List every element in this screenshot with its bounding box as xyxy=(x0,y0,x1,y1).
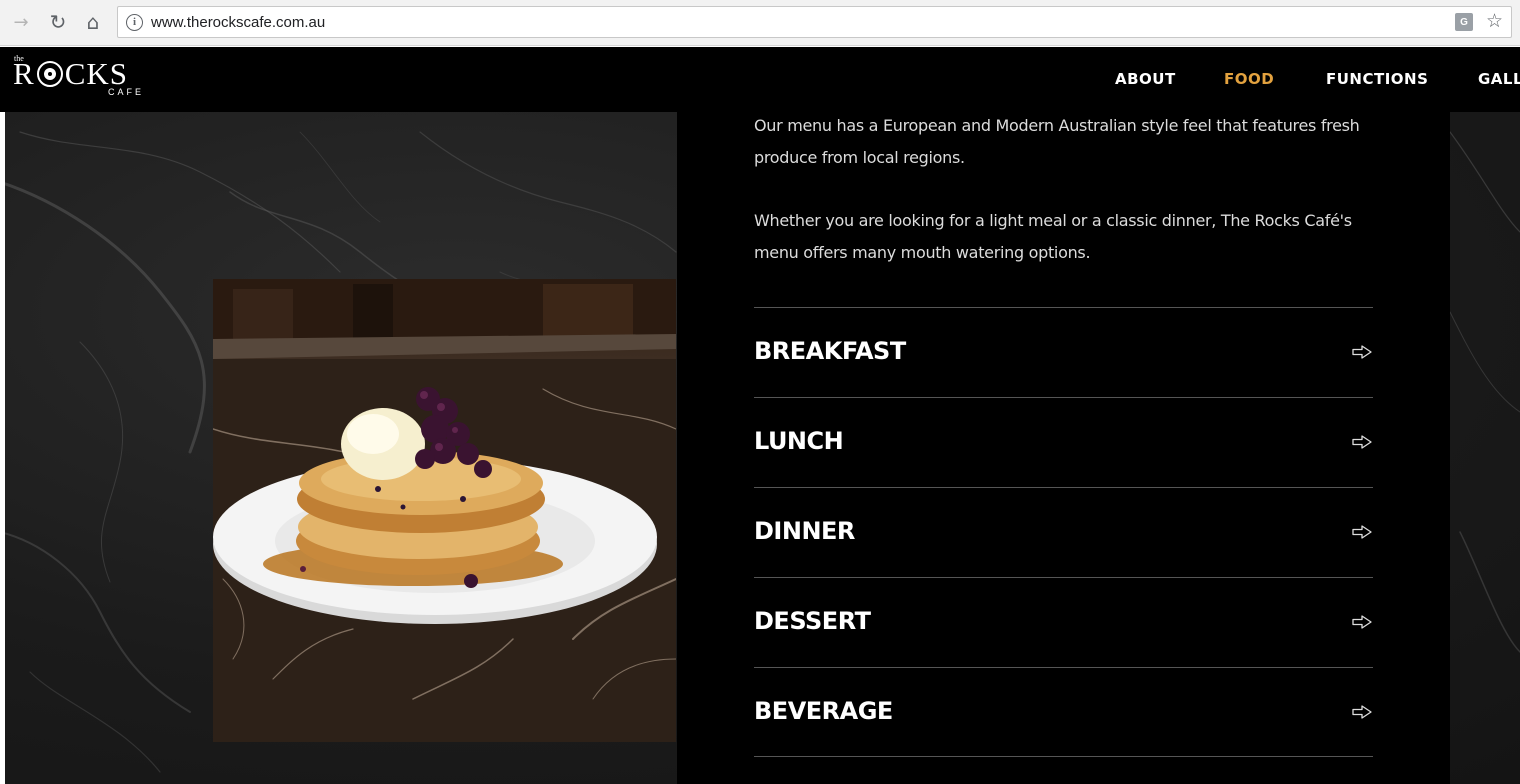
intro-paragraph: Whether you are looking for a light meal… xyxy=(754,211,1352,262)
site-logo[interactable]: the R CKS CAFE xyxy=(13,52,163,107)
nav-link-food[interactable]: FOOD xyxy=(1224,70,1274,88)
logo-emblem-icon xyxy=(36,61,63,87)
logo-cafe-text: CAFE xyxy=(108,87,145,97)
site-header: the R CKS CAFE ABOUT FOOD FUNCTIONS GALL… xyxy=(0,47,1520,112)
arrow-right-icon xyxy=(1352,705,1372,719)
arrow-right-icon xyxy=(1352,435,1372,449)
url-text[interactable]: www.therockscafe.com.au xyxy=(151,14,325,31)
bookmark-star-icon[interactable]: ☆ xyxy=(1486,10,1503,32)
browser-toolbar: → ↻ ⌂ i www.therockscafe.com.au G ☆ xyxy=(0,0,1520,46)
menu-item-label: DESSERT xyxy=(754,607,871,635)
menu-item-dinner[interactable]: DINNER xyxy=(754,487,1373,577)
arrow-right-icon xyxy=(1352,615,1372,629)
address-bar[interactable]: i www.therockscafe.com.au G ☆ xyxy=(117,6,1512,38)
menu-item-lunch[interactable]: LUNCH xyxy=(754,397,1373,487)
intro-paragraph: Our menu has a European and Modern Austr… xyxy=(754,116,1360,167)
pancake-photo xyxy=(213,279,676,742)
menu-item-dessert[interactable]: DESSERT xyxy=(754,577,1373,667)
arrow-right-icon xyxy=(1352,525,1372,539)
menu-panel: Our menu has a European and Modern Austr… xyxy=(677,112,1450,784)
nav-link-gallery[interactable]: GALLERY xyxy=(1478,70,1520,88)
menu-item-beverage[interactable]: BEVERAGE xyxy=(754,667,1373,757)
menu-item-label: DINNER xyxy=(754,517,855,545)
nav-link-about[interactable]: ABOUT xyxy=(1115,70,1176,88)
translate-icon[interactable]: G xyxy=(1455,13,1473,31)
page-edge xyxy=(0,112,5,784)
home-icon[interactable]: ⌂ xyxy=(80,9,106,35)
info-icon[interactable]: i xyxy=(126,13,143,31)
menu-item-label: BREAKFAST xyxy=(754,337,906,365)
logo-letter-r: R xyxy=(13,56,35,91)
menu-item-breakfast[interactable]: BREAKFAST xyxy=(754,307,1373,397)
arrow-right-icon xyxy=(1352,345,1372,359)
menu-item-label: LUNCH xyxy=(754,427,844,455)
reload-icon[interactable]: ↻ xyxy=(45,9,71,35)
forward-arrow-icon[interactable]: → xyxy=(8,9,34,35)
menu-list: BREAKFAST LUNCH DINNER DESSERT BEVERAGE xyxy=(754,307,1373,757)
menu-item-label: BEVERAGE xyxy=(754,697,893,725)
nav-link-functions[interactable]: FUNCTIONS xyxy=(1326,70,1428,88)
